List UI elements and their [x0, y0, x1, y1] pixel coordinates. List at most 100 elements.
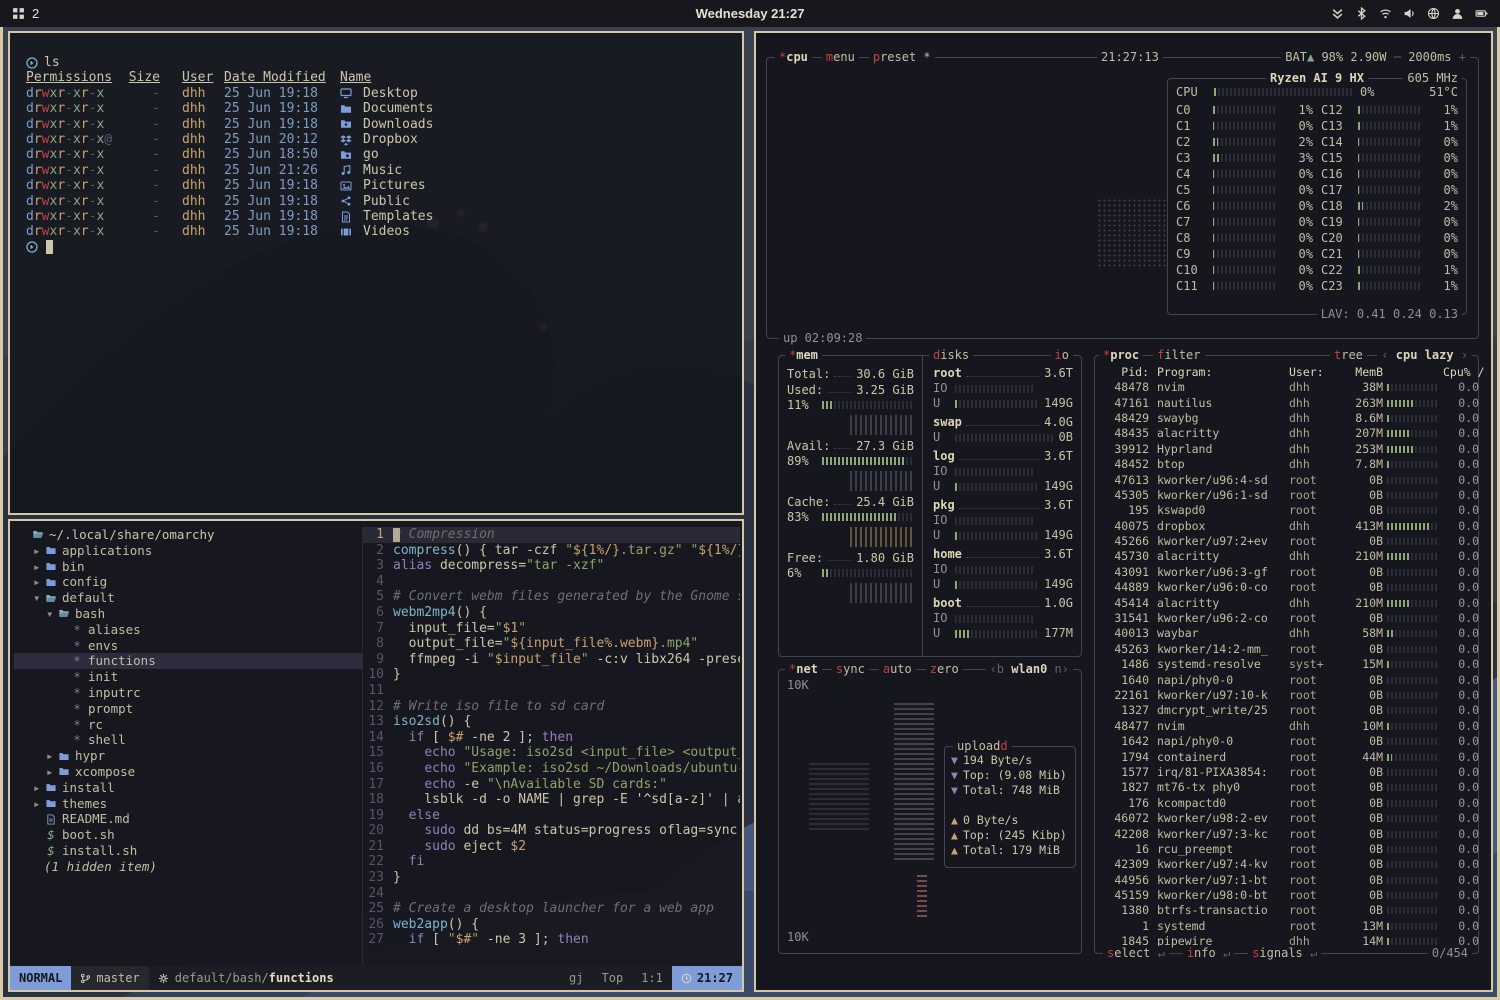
- tree-item-boot-sh[interactable]: $boot.sh: [14, 827, 362, 843]
- disk-item-pkg: pkg3.6TIOU149G: [933, 498, 1073, 547]
- battery-icon[interactable]: [1475, 7, 1488, 20]
- process-row[interactable]: 22161kworker/u97:10-kroot0B0.0: [1101, 688, 1474, 703]
- line-number: 14: [363, 730, 393, 746]
- process-row[interactable]: 43091kworker/u96:3-gfroot0B0.0: [1101, 565, 1474, 580]
- process-row[interactable]: 1327dmcrypt_write/25root0B0.0: [1101, 703, 1474, 718]
- tab-menu[interactable]: menu: [822, 50, 859, 65]
- tree-item-inputrc[interactable]: *inputrc: [14, 685, 362, 701]
- process-row[interactable]: 1827mt76-tx phy0root0B0.0: [1101, 780, 1474, 795]
- sort-selector[interactable]: ‹ cpu lazy ›: [1377, 348, 1472, 363]
- tree-item-applications[interactable]: ▸applications: [14, 543, 362, 559]
- process-row[interactable]: 42208kworker/u97:3-kcroot0B0.0: [1101, 826, 1474, 841]
- tree-item-xcompose[interactable]: ▸xcompose: [14, 764, 362, 780]
- refresh-interval[interactable]: 2000ms: [1408, 50, 1451, 64]
- tree-item-aliases[interactable]: *aliases: [14, 622, 362, 638]
- process-row[interactable]: 48477nvimdhh10M0.0: [1101, 719, 1474, 734]
- tree-item-default[interactable]: ▾default: [14, 590, 362, 606]
- process-row[interactable]: 1642napi/phy0-0root0B0.0: [1101, 734, 1474, 749]
- wifi-icon[interactable]: [1379, 7, 1392, 20]
- code-editor[interactable]: 1# Compression2compress() { tar -czf "${…: [362, 527, 740, 964]
- terminal-ls[interactable]: lsPermissionsSizeUserDate ModifiedNamedr…: [10, 33, 742, 255]
- process-row[interactable]: 42309kworker/u97:4-kvroot0B0.0: [1101, 857, 1474, 872]
- process-row[interactable]: 47613kworker/u96:4-sdroot0B0.0: [1101, 472, 1474, 487]
- process-row[interactable]: 40013waybardhh58M0.0: [1101, 626, 1474, 641]
- process-row[interactable]: 45263kworker/14:2-mm_root0B0.0: [1101, 642, 1474, 657]
- process-header[interactable]: Pid:Program:User:MemBCpu% /: [1101, 364, 1474, 380]
- folder-icon: [45, 561, 57, 572]
- process-row[interactable]: 45305kworker/u96:1-sdroot0B0.0: [1101, 488, 1474, 503]
- process-row[interactable]: 195kswapd0root0B0.0: [1101, 503, 1474, 518]
- action-signals[interactable]: signals ↵: [1248, 946, 1321, 961]
- tab-sync[interactable]: sync: [832, 662, 869, 677]
- process-row[interactable]: 45730alacrittydhh210M0.0: [1101, 549, 1474, 564]
- process-row[interactable]: 48478nvimdhh38M0.0: [1101, 380, 1474, 395]
- code-line: 22 fi: [363, 854, 740, 870]
- tab-filter[interactable]: filter: [1153, 348, 1204, 363]
- process-row[interactable]: 47161nautilusdhh263M0.0: [1101, 395, 1474, 410]
- tab-zero[interactable]: zero: [926, 662, 963, 677]
- tree-item--1-hidden-item-: (1 hidden item): [14, 859, 362, 875]
- tree-item-install[interactable]: ▸install: [14, 780, 362, 796]
- tab-preset[interactable]: preset *: [869, 50, 935, 65]
- video-icon: [340, 226, 352, 238]
- tree-item-bin[interactable]: ▸bin: [14, 559, 362, 575]
- process-row[interactable]: 1systemdroot13M0.0: [1101, 919, 1474, 934]
- tree-item-prompt[interactable]: *prompt: [14, 701, 362, 717]
- volume-icon[interactable]: [1403, 7, 1416, 20]
- chevron-icon: ▸: [33, 543, 44, 559]
- process-row[interactable]: 1794containerdroot44M0.0: [1101, 749, 1474, 764]
- process-row[interactable]: 176kcompactd0root0B0.0: [1101, 796, 1474, 811]
- tree-item-themes[interactable]: ▸themes: [14, 796, 362, 812]
- tree-item-config[interactable]: ▸config: [14, 574, 362, 590]
- clock[interactable]: Wednesday 21:27: [0, 6, 1500, 21]
- net-panel-title[interactable]: uploadd: [953, 739, 1012, 754]
- tab-tree[interactable]: tree: [1330, 348, 1367, 363]
- tree-item-functions[interactable]: *functions: [14, 653, 362, 669]
- process-row[interactable]: 45159kworker/u98:0-btroot0B0.0: [1101, 888, 1474, 903]
- tree-item-init[interactable]: *init: [14, 669, 362, 685]
- user-icon[interactable]: [1451, 7, 1464, 20]
- tree-item-shell[interactable]: *shell: [14, 732, 362, 748]
- tree-item-rc[interactable]: *rc: [14, 717, 362, 733]
- updates-icon[interactable]: [1331, 7, 1344, 20]
- tree-item-bash[interactable]: ▾bash: [14, 606, 362, 622]
- process-row[interactable]: 45266kworker/u97:2+evroot0B0.0: [1101, 534, 1474, 549]
- process-row[interactable]: 48429swaybgdhh8.6M0.0: [1101, 411, 1474, 426]
- tree-item-readme-md[interactable]: README.md: [14, 811, 362, 827]
- action-info[interactable]: info ↵: [1183, 946, 1234, 961]
- file-name: Desktop: [363, 86, 418, 101]
- process-row[interactable]: 48452btopdhh7.8M0.0: [1101, 457, 1474, 472]
- process-row[interactable]: 40075dropboxdhh413M0.0: [1101, 519, 1474, 534]
- core-row: C221%: [1321, 262, 1458, 278]
- process-row[interactable]: 16rcu_preemptroot0B0.0: [1101, 842, 1474, 857]
- action-select[interactable]: select ↵: [1103, 946, 1169, 961]
- tree-item-hypr[interactable]: ▸hypr: [14, 748, 362, 764]
- tree-item-envs[interactable]: *envs: [14, 638, 362, 654]
- process-row[interactable]: 48435alacrittydhh207M0.0: [1101, 426, 1474, 441]
- process-row[interactable]: 45414alacrittydhh210M0.0: [1101, 595, 1474, 610]
- workspace-indicator[interactable]: 2: [32, 6, 39, 21]
- process-row[interactable]: 1577irq/81-PIXA3854:root0B0.0: [1101, 765, 1474, 780]
- tree-item--local-share-omarchy[interactable]: ~/.local/share/omarchy: [14, 527, 362, 543]
- process-row[interactable]: 46072kworker/u98:2-evroot0B0.0: [1101, 811, 1474, 826]
- tab-cpu[interactable]: *cpu: [775, 50, 812, 65]
- process-row[interactable]: 39912Hyprlanddhh253M0.0: [1101, 442, 1474, 457]
- tab-net[interactable]: *net: [785, 662, 822, 677]
- process-row[interactable]: 44956kworker/u97:1-btroot0B0.0: [1101, 873, 1474, 888]
- process-row[interactable]: 44889kworker/u96:0-coroot0B0.0: [1101, 580, 1474, 595]
- core-row: C01%: [1176, 102, 1313, 118]
- upload-graph: [917, 872, 927, 917]
- tab-proc[interactable]: *proc: [1099, 348, 1143, 363]
- process-row[interactable]: 31541kworker/u96:2-coroot0B0.0: [1101, 611, 1474, 626]
- network-icon[interactable]: [1427, 7, 1440, 20]
- tree-item-install-sh[interactable]: $install.sh: [14, 843, 362, 859]
- tab-auto[interactable]: auto: [879, 662, 916, 677]
- bluetooth-icon[interactable]: [1355, 7, 1368, 20]
- process-row[interactable]: 1640napi/phy0-0root0B0.0: [1101, 672, 1474, 687]
- line-number: 22: [363, 854, 393, 870]
- process-row[interactable]: 1380btrfs-transactioroot0B0.0: [1101, 903, 1474, 918]
- network-interface[interactable]: ‹b wlan0 n›: [986, 662, 1074, 677]
- process-row[interactable]: 1486systemd-resolvesyst+15M0.0: [1101, 657, 1474, 672]
- folder-icon: [45, 545, 57, 556]
- ls-row: drwxr-xr-x-dhh25 Jun 18:50go: [26, 147, 742, 162]
